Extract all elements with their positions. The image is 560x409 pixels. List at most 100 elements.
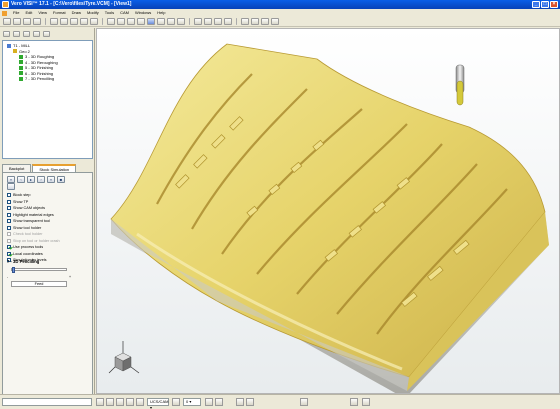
command-line[interactable] [2,398,92,406]
tool-icon [7,43,11,48]
ucs-icon[interactable] [136,398,144,406]
feed-slider[interactable]: Feed [11,281,67,287]
ucs-select[interactable]: UCS/CAM ▾ [147,398,169,409]
panel-copy-icon[interactable] [33,31,40,37]
app-icon [2,1,9,8]
undo-icon[interactable] [50,18,58,25]
axis-triad-icon [108,341,140,374]
menu-windows[interactable]: Windows [132,9,154,17]
tree-item-operation[interactable]: 7 - 3D Pencilling [5,76,90,82]
copy-icon[interactable] [80,18,88,25]
step-forward-icon[interactable]: › [37,176,45,183]
panel-edit-icon[interactable] [13,31,20,37]
redo-icon[interactable] [60,18,68,25]
menu-cam[interactable]: CAM [117,9,132,17]
simulation-tabs: Backplot Stock Simulation [2,164,93,172]
grid-icon[interactable] [106,398,114,406]
panel-settings-icon[interactable] [43,31,50,37]
layer-select[interactable]: 0 ▾ [183,398,201,406]
checkbox [7,232,11,237]
shaded-icon[interactable] [204,18,212,25]
wireframe-icon[interactable] [194,18,202,25]
3d-viewport[interactable] [96,28,560,394]
layer-visibility-icon[interactable] [172,398,180,406]
toolbar-separator [102,18,103,25]
stop-icon[interactable]: ■ [57,176,65,183]
print-icon[interactable] [33,18,41,25]
coordinates-icon[interactable] [126,398,134,406]
menu-modify[interactable]: Modify [84,9,102,17]
slider-min-mark: - [7,275,9,279]
snap-icon[interactable] [96,398,104,406]
checkbox[interactable] [7,245,11,250]
geometry-icon [13,49,17,54]
rewind-icon[interactable]: « [7,176,15,183]
progress-slider[interactable] [11,267,67,273]
ortho-icon[interactable] [116,398,124,406]
checkbox[interactable] [7,193,11,198]
reset-stock-icon[interactable] [7,183,15,190]
tab-backplot[interactable]: Backplot [2,164,32,172]
zoom-all-icon[interactable] [117,18,125,25]
pan-icon[interactable] [127,18,135,25]
fast-forward-icon[interactable]: » [47,176,55,183]
panel-new-icon[interactable] [3,31,10,37]
cutting-tool [455,64,465,106]
menu-edit[interactable]: Edit [22,9,35,17]
menu-file[interactable]: File [10,9,22,17]
menu-format[interactable]: Format [50,9,69,17]
menu-draw[interactable]: Draw [69,9,84,17]
properties-icon[interactable] [261,18,269,25]
panel-delete-icon[interactable] [23,31,30,37]
checkbox[interactable] [7,199,11,204]
title-bar: Vero VISI™ 17.1 - [C:\Vero\files\Tyre.VC… [0,0,560,9]
document-icon[interactable] [2,10,7,16]
main-toolbar [0,17,560,27]
iso-view-icon[interactable] [147,18,155,25]
checkbox[interactable] [7,206,11,211]
cut-icon[interactable] [70,18,78,25]
slider-handle[interactable] [12,267,15,273]
machined-surface [110,43,546,378]
minimize-button[interactable]: _ [532,1,540,8]
checkbox[interactable] [7,212,11,217]
linestyle-icon[interactable] [215,398,223,406]
render-icon[interactable] [224,18,232,25]
feed-label: Feed [34,282,44,286]
save-icon[interactable] [23,18,31,25]
operation-icon [19,54,23,59]
tab-stock-simulation[interactable]: Stock Simulation [32,164,77,172]
view-status-icon[interactable] [300,398,308,406]
help-icon[interactable] [271,18,279,25]
lock-icon[interactable] [362,398,370,406]
maximize-button[interactable]: □ [541,1,549,8]
menu-tools[interactable]: Tools [102,9,117,17]
tree-item-label: 7 - 3D Pencilling [25,76,55,81]
top-view-icon[interactable] [157,18,165,25]
side-view-icon[interactable] [177,18,185,25]
menu-help[interactable]: Help [154,9,168,17]
layer-icon[interactable] [241,18,249,25]
checkbox[interactable] [7,219,11,224]
new-file-icon[interactable] [3,18,11,25]
menu-view[interactable]: View [35,9,50,17]
rotate-view-icon[interactable] [137,18,145,25]
play-icon[interactable]: ▸ [27,176,35,183]
hidden-line-icon[interactable] [214,18,222,25]
step-back-icon[interactable]: ‹ [17,176,25,183]
color-icon[interactable] [205,398,213,406]
operation-icon [19,65,23,70]
attributes-icon[interactable] [236,398,244,406]
measure-icon[interactable] [251,18,259,25]
open-folder-icon[interactable] [13,18,21,25]
checkbox[interactable] [7,225,11,230]
render-status-icon[interactable] [350,398,358,406]
status-bar: UCS/CAM ▾ 0 ▾ [0,394,560,409]
close-button[interactable]: × [550,1,558,8]
checkbox[interactable] [7,251,11,256]
lineweight-icon[interactable] [246,398,254,406]
operation-icon [19,76,23,81]
paste-icon[interactable] [90,18,98,25]
zoom-window-icon[interactable] [107,18,115,25]
front-view-icon[interactable] [167,18,175,25]
